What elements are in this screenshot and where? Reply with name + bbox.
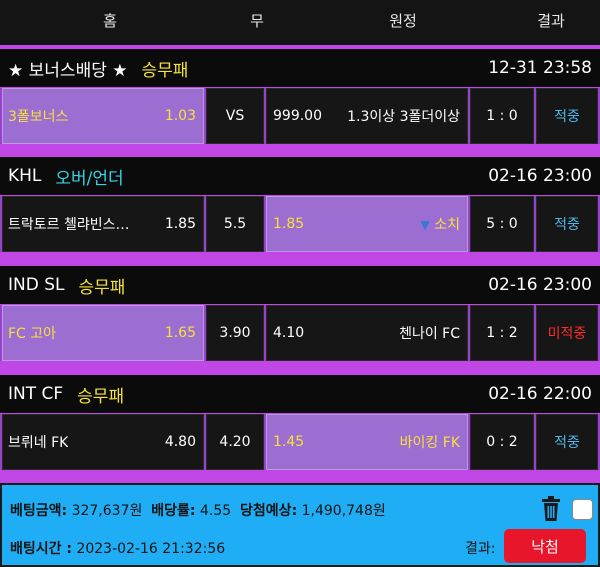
header-result: 결과: [537, 12, 565, 30]
draw-cell[interactable]: VS: [206, 88, 264, 144]
market-type: 오버/언더: [55, 168, 124, 189]
league-name: INT CF: [8, 384, 64, 404]
score: 1 : 0: [486, 108, 518, 124]
score: 1 : 2: [486, 325, 518, 341]
bet-info-line: 베팅금액: 327,637원 배당률: 4.55 당첨예상: 1,490,748…: [10, 500, 386, 520]
home-odds-cell[interactable]: 브뤼네 FK 4.80: [2, 414, 204, 470]
total-odds: 4.55: [199, 503, 232, 519]
header-away: 원정: [389, 12, 417, 30]
result-cell: 적중: [536, 196, 598, 252]
home-team: 3폴보너스: [8, 109, 69, 125]
home-odds: 1.85: [164, 216, 196, 232]
result-cell: 적중: [536, 414, 598, 470]
home-odds: 1.03: [164, 108, 196, 124]
home-odds: 4.80: [164, 434, 196, 450]
score: 0 : 2: [486, 434, 518, 450]
away-odds-cell[interactable]: 1.85 ▼ 소치: [266, 196, 468, 252]
score: 5 : 0: [486, 216, 518, 232]
score-cell: 1 : 2: [470, 305, 534, 361]
league-name: IND SL: [8, 275, 65, 295]
expected-win-label: 당첨예상:: [240, 503, 298, 519]
match-row: FC 고아 1.65 3.90 4.10 첸나이 FC 1 : 2 미적중: [0, 305, 600, 361]
away-odds: 1.85: [273, 216, 305, 232]
odds-label: 배당률:: [151, 503, 196, 519]
match-time: 02-16 23:00: [488, 166, 592, 186]
group-title: ★ 보너스배당 ★ 승무패 12-31 23:58: [0, 49, 600, 87]
group-title: INT CF 승무패 02-16 22:00: [0, 375, 600, 413]
match-time: 02-16 23:00: [488, 275, 592, 295]
home-odds-cell[interactable]: 트락토르 첼랴빈스… 1.85: [2, 196, 204, 252]
draw-cell[interactable]: 5.5: [206, 196, 264, 252]
group-title: IND SL 승무패 02-16 23:00: [0, 266, 600, 304]
group-title: KHL 오버/언더 02-16 23:00: [0, 157, 600, 195]
draw-value: 5.5: [223, 216, 247, 232]
market-type: 승무패: [78, 277, 126, 298]
match-row: 트락토르 첼랴빈스… 1.85 5.5 1.85 ▼ 소치 5 : 0 적중: [0, 196, 600, 252]
result-cell: 미적중: [536, 305, 598, 361]
result-status: 적중: [554, 109, 580, 125]
lose-result-badge[interactable]: 낙첨: [504, 529, 586, 563]
draw-cell[interactable]: 4.20: [206, 414, 264, 470]
match-time: 12-31 23:58: [488, 58, 592, 78]
score-cell: 5 : 0: [470, 196, 534, 252]
expected-win: 1,490,748원: [301, 503, 386, 519]
away-odds: 999.00: [273, 108, 322, 124]
home-odds: 1.65: [164, 325, 196, 341]
bet-amount: 327,637원: [71, 503, 143, 519]
result-cell: 적중: [536, 88, 598, 144]
home-odds-cell[interactable]: 3폴보너스 1.03: [2, 88, 204, 144]
draw-cell[interactable]: 3.90: [206, 305, 264, 361]
draw-value: 4.20: [219, 434, 251, 450]
away-team: 1.3이상 3폴더이상: [347, 109, 460, 125]
match-row: 3폴보너스 1.03 VS 999.00 1.3이상 3폴더이상 1 : 0 적…: [0, 88, 600, 144]
result-status: 적중: [554, 217, 580, 233]
column-header: 홈 무 원정 결과: [0, 0, 600, 45]
market-type: 승무패: [141, 60, 189, 81]
away-team: 첸나이 FC: [399, 326, 460, 342]
away-odds-cell[interactable]: 999.00 1.3이상 3폴더이상: [266, 88, 468, 144]
away-odds-cell[interactable]: 1.45 바이킹 FK: [266, 414, 468, 470]
header-home: 홈: [103, 12, 117, 30]
home-team: 브뤼네 FK: [8, 435, 69, 451]
result-status: 미적중: [547, 326, 587, 342]
away-odds-cell[interactable]: 4.10 첸나이 FC: [266, 305, 468, 361]
result-label: 결과:: [465, 541, 496, 557]
away-team: 소치: [434, 217, 460, 233]
match-row: 브뤼네 FK 4.80 4.20 1.45 바이킹 FK 0 : 2 적중: [0, 414, 600, 470]
draw-value: 3.90: [219, 325, 251, 341]
home-team: 트락토르 첼랴빈스…: [8, 217, 130, 233]
away-team: 바이킹 FK: [399, 435, 460, 451]
home-odds-cell[interactable]: FC 고아 1.65: [2, 305, 204, 361]
bet-time-label: 배팅시간 :: [10, 541, 72, 557]
bet-time-line: 배팅시간 : 2023-02-16 21:32:56: [10, 538, 225, 558]
header-draw: 무: [250, 12, 264, 30]
bet-amount-label: 베팅금액:: [10, 503, 68, 519]
away-side: ▼ 소치: [421, 214, 460, 234]
down-triangle-icon: ▼: [420, 218, 430, 232]
away-odds: 4.10: [273, 325, 305, 341]
away-odds: 1.45: [273, 434, 305, 450]
draw-value: VS: [225, 108, 245, 124]
score-cell: 1 : 0: [470, 88, 534, 144]
select-checkbox[interactable]: [572, 499, 593, 520]
league-name: KHL: [8, 166, 42, 186]
result-status: 적중: [554, 435, 580, 451]
home-team: FC 고아: [8, 326, 57, 342]
bet-summary-panel: 베팅금액: 327,637원 배당률: 4.55 당첨예상: 1,490,748…: [0, 483, 600, 567]
bet-time: 2023-02-16 21:32:56: [76, 541, 226, 557]
score-cell: 0 : 2: [470, 414, 534, 470]
market-type: 승무패: [77, 386, 125, 407]
league-name: ★ 보너스배당 ★: [8, 60, 128, 81]
match-time: 02-16 22:00: [488, 384, 592, 404]
trash-icon[interactable]: [540, 496, 562, 522]
